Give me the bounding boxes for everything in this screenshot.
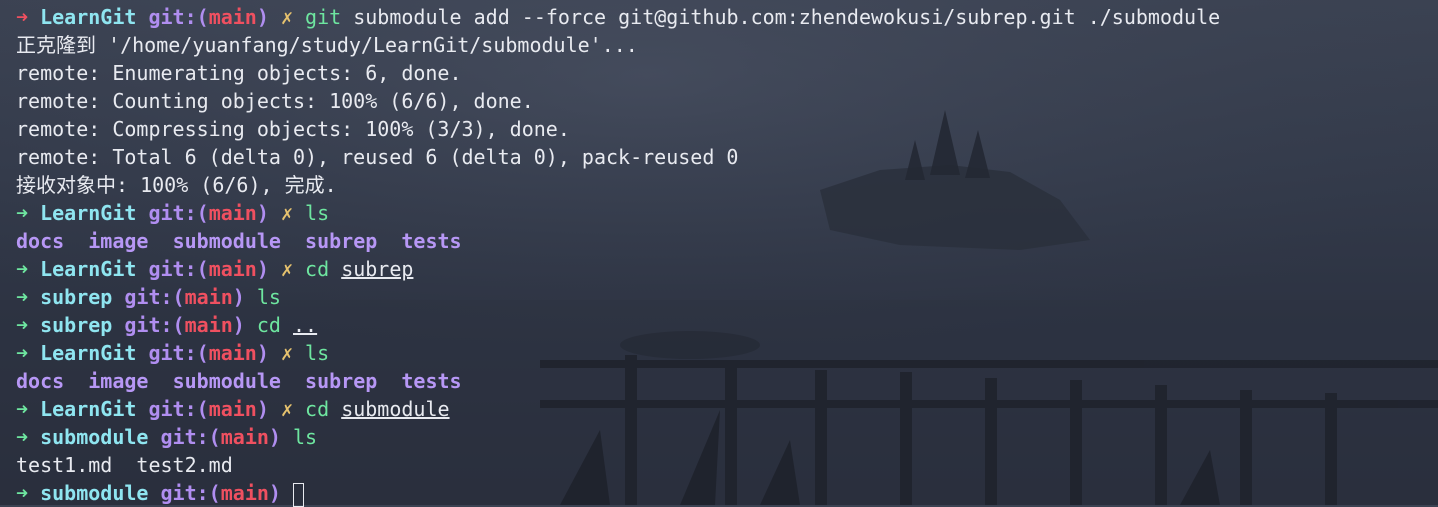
git-label-close: ) xyxy=(232,285,245,309)
git-branch: main xyxy=(208,257,257,281)
command: cd xyxy=(305,257,330,281)
prompt-directory: subrep xyxy=(40,313,113,337)
prompt-line: ➜ submodule git:(main) ls xyxy=(16,423,1438,451)
ls-output-line: docs image submodule subrep tests xyxy=(16,227,1438,255)
prompt-line: ➜ LearnGit git:(main) ✗ ls xyxy=(16,339,1438,367)
git-branch: main xyxy=(184,285,233,309)
git-label: git:( xyxy=(148,397,209,421)
git-label-close: ) xyxy=(232,313,245,337)
dirty-marker-icon: ✗ xyxy=(280,397,293,421)
prompt-line: ➜ subrep git:(main) ls xyxy=(16,283,1438,311)
ls-directory-item: submodule xyxy=(172,369,281,393)
ls-directory-item: docs xyxy=(16,369,65,393)
prompt-directory: submodule xyxy=(40,425,149,449)
output-text: 接收对象中: 100% (6/6), 完成. xyxy=(16,173,337,197)
prompt-directory: LearnGit xyxy=(40,397,137,421)
prompt-arrow-icon: ➜ xyxy=(16,313,29,337)
prompt-directory: LearnGit xyxy=(40,5,137,29)
output-text: remote: Total 6 (delta 0), reused 6 (del… xyxy=(16,145,739,169)
command-path: submodule xyxy=(341,397,450,421)
prompt-line: ➜ LearnGit git:(main) ✗ cd submodule xyxy=(16,395,1438,423)
output-line: remote: Total 6 (delta 0), reused 6 (del… xyxy=(16,143,1438,171)
ls-directory-item: image xyxy=(88,229,149,253)
ls-directory-item: image xyxy=(88,369,149,393)
prompt-line: ➜ subrep git:(main) cd .. xyxy=(16,311,1438,339)
prompt-directory: subrep xyxy=(40,285,113,309)
git-label-close: ) xyxy=(256,201,269,225)
dirty-marker-icon: ✗ xyxy=(280,5,293,29)
ls-directory-item: tests xyxy=(401,229,462,253)
prompt-arrow-icon: ➜ xyxy=(16,201,29,225)
output-line: test1.md test2.md xyxy=(16,451,1438,479)
output-line: 接收对象中: 100% (6/6), 完成. xyxy=(16,171,1438,199)
git-label: git:( xyxy=(160,481,221,505)
terminal-output[interactable]: ➜ LearnGit git:(main) ✗ git submodule ad… xyxy=(16,3,1438,507)
ls-directory-item: submodule xyxy=(172,229,281,253)
output-text: 正克隆到 '/home/yuanfang/study/LearnGit/subm… xyxy=(16,33,638,57)
command: ls xyxy=(305,201,330,225)
git-branch: main xyxy=(208,5,257,29)
git-label: git:( xyxy=(148,341,209,365)
git-branch: main xyxy=(220,425,269,449)
dirty-marker-icon: ✗ xyxy=(280,201,293,225)
git-label-close: ) xyxy=(268,425,281,449)
output-text: remote: Enumerating objects: 6, done. xyxy=(16,61,462,85)
output-text: remote: Counting objects: 100% (6/6), do… xyxy=(16,89,534,113)
command-path: subrep xyxy=(341,257,414,281)
git-label-close: ) xyxy=(256,5,269,29)
prompt-arrow-icon: ➜ xyxy=(16,481,29,505)
output-text: remote: Compressing objects: 100% (3/3),… xyxy=(16,117,570,141)
output-line: 正克隆到 '/home/yuanfang/study/LearnGit/subm… xyxy=(16,31,1438,59)
git-label-close: ) xyxy=(256,341,269,365)
ls-directory-item: subrep xyxy=(305,369,378,393)
git-label: git:( xyxy=(148,201,209,225)
git-label: git:( xyxy=(148,5,209,29)
git-label: git:( xyxy=(160,425,221,449)
command: git xyxy=(305,5,342,29)
prompt-arrow-icon: ➜ xyxy=(16,257,29,281)
prompt-line: ➜ LearnGit git:(main) ✗ ls xyxy=(16,199,1438,227)
git-label-close: ) xyxy=(256,257,269,281)
prompt-directory: submodule xyxy=(40,481,149,505)
command: ls xyxy=(256,285,281,309)
command: ls xyxy=(293,425,318,449)
prompt-directory: LearnGit xyxy=(40,341,137,365)
git-branch: main xyxy=(208,341,257,365)
command-path: .. xyxy=(293,313,318,337)
ls-directory-item: tests xyxy=(401,369,462,393)
command: cd xyxy=(305,397,330,421)
dirty-marker-icon: ✗ xyxy=(280,341,293,365)
git-label-close: ) xyxy=(268,481,281,505)
prompt-arrow-icon: ➜ xyxy=(16,285,29,309)
git-label: git:( xyxy=(124,313,185,337)
prompt-line: ➜ LearnGit git:(main) ✗ git submodule ad… xyxy=(16,3,1438,31)
output-line: remote: Compressing objects: 100% (3/3),… xyxy=(16,115,1438,143)
ls-directory-item: subrep xyxy=(305,229,378,253)
prompt-line: ➜ LearnGit git:(main) ✗ cd subrep xyxy=(16,255,1438,283)
ls-directory-item: docs xyxy=(16,229,65,253)
command-args: submodule add --force git@github.com:zhe… xyxy=(353,5,1221,29)
prompt-arrow-icon: ➜ xyxy=(16,5,29,29)
ls-output-line: docs image submodule subrep tests xyxy=(16,367,1438,395)
git-branch: main xyxy=(184,313,233,337)
prompt-arrow-icon: ➜ xyxy=(16,425,29,449)
command: cd xyxy=(256,313,281,337)
output-line: remote: Enumerating objects: 6, done. xyxy=(16,59,1438,87)
git-branch: main xyxy=(208,201,257,225)
git-branch: main xyxy=(208,397,257,421)
git-label: git:( xyxy=(148,257,209,281)
git-branch: main xyxy=(220,481,269,505)
git-label: git:( xyxy=(124,285,185,309)
command: ls xyxy=(305,341,330,365)
prompt-directory: LearnGit xyxy=(40,201,137,225)
prompt-directory: LearnGit xyxy=(40,257,137,281)
git-label-close: ) xyxy=(256,397,269,421)
prompt-arrow-icon: ➜ xyxy=(16,341,29,365)
prompt-arrow-icon: ➜ xyxy=(16,397,29,421)
dirty-marker-icon: ✗ xyxy=(280,257,293,281)
output-text: test1.md test2.md xyxy=(16,453,233,477)
output-line: remote: Counting objects: 100% (6/6), do… xyxy=(16,87,1438,115)
prompt-line: ➜ submodule git:(main) xyxy=(16,479,1438,507)
text-cursor[interactable] xyxy=(293,482,304,507)
